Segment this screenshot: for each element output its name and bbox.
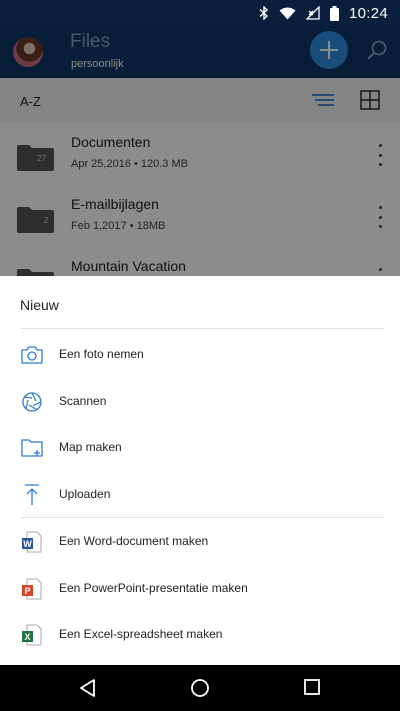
menu-label: Map maken xyxy=(59,440,122,454)
system-nav-bar xyxy=(0,665,400,711)
dim-overlay[interactable] xyxy=(0,26,400,276)
create-powerpoint-item[interactable]: P Een PowerPoint-presentatie maken xyxy=(0,566,400,612)
camera-icon xyxy=(21,346,43,364)
create-word-item[interactable]: W Een Word-document maken xyxy=(0,519,400,565)
excel-doc-icon: X xyxy=(22,624,42,646)
svg-text:X: X xyxy=(24,632,30,642)
bluetooth-icon xyxy=(259,6,268,20)
menu-label: Een PowerPoint-presentatie maken xyxy=(59,581,248,595)
cellular-no-signal-icon xyxy=(305,6,320,20)
home-icon[interactable] xyxy=(190,678,210,698)
battery-icon xyxy=(329,5,339,21)
divider xyxy=(20,517,384,518)
scan-item[interactable]: Scannen xyxy=(0,379,400,425)
svg-text:W: W xyxy=(23,539,32,549)
upload-item[interactable]: Uploaden xyxy=(0,472,400,518)
word-doc-icon: W xyxy=(22,531,42,553)
wifi-icon xyxy=(279,7,296,19)
menu-label: Uploaden xyxy=(59,487,111,501)
create-folder-item[interactable]: Map maken xyxy=(0,425,400,471)
clock: 10:24 xyxy=(348,4,388,22)
menu-label: Een Word-document maken xyxy=(59,534,209,548)
menu-label: Een foto nemen xyxy=(59,347,144,361)
upload-icon xyxy=(25,484,39,505)
recent-apps-icon[interactable] xyxy=(303,678,321,696)
menu-label: Scannen xyxy=(59,394,107,408)
powerpoint-doc-icon: P xyxy=(22,578,42,600)
sheet-title: Nieuw xyxy=(20,297,59,313)
back-icon[interactable] xyxy=(78,678,98,698)
new-folder-icon xyxy=(21,439,43,457)
scan-lens-icon xyxy=(22,392,42,412)
svg-text:P: P xyxy=(24,586,30,596)
create-excel-item[interactable]: X Een Excel-spreadsheet maken xyxy=(0,612,400,658)
status-bar: 10:24 xyxy=(0,0,400,26)
take-photo-item[interactable]: Een foto nemen xyxy=(0,332,400,378)
new-item-sheet: Nieuw Een foto nemen Scannen Map maken U… xyxy=(0,276,400,665)
divider xyxy=(20,328,384,329)
menu-label: Een Excel-spreadsheet maken xyxy=(59,627,223,641)
